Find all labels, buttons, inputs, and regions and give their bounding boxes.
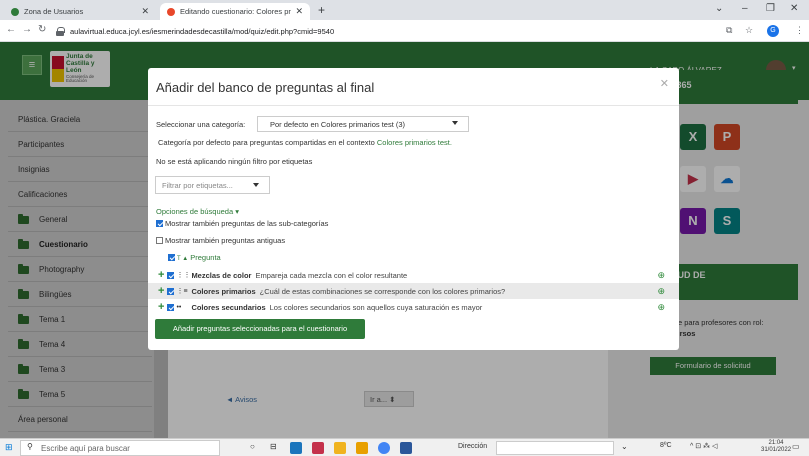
tag-filter-placeholder: Filtrar por etiquetas... (162, 181, 233, 190)
clock-time: 21:04 (768, 440, 784, 446)
address-toolbar-field[interactable] (496, 441, 614, 455)
url-field[interactable]: aulavirtual.educa.jcyl.es/iesmerindadesd… (56, 23, 710, 39)
category-value: Por defecto en Colores primarios test (3… (270, 120, 406, 129)
address-toolbar-label: Dirección (458, 443, 488, 450)
preview-zoom-icon[interactable]: ⊕ (657, 302, 665, 313)
app-taskbar-icon[interactable] (334, 442, 346, 454)
category-context-link[interactable]: Colores primarios test. (377, 138, 452, 147)
browser-tab-bar: Zona de Usuarios ✕ Editando cuestionario… (0, 0, 809, 20)
moodle-favicon-icon (167, 7, 175, 16)
task-view-icon[interactable]: ⊟ (270, 442, 277, 451)
cortana-icon[interactable]: ○ (250, 442, 255, 451)
minimize-icon[interactable]: – (742, 3, 748, 14)
word-icon[interactable] (400, 442, 412, 454)
tab-label: Editando cuestionario: Colores pr (180, 7, 291, 16)
new-tab-icon[interactable]: + (318, 3, 325, 17)
type-sort-icon[interactable]: T ▲ (177, 256, 188, 262)
tray-icons[interactable]: ^ ⊡ ⁂ ◁ (690, 442, 717, 450)
category-label: Seleccionar una categoría: (156, 120, 246, 129)
add-question-icon[interactable]: + (158, 301, 164, 313)
question-text: Empareja cada mezcla con el color result… (255, 270, 408, 280)
close-window-icon[interactable]: ✕ (790, 3, 798, 14)
search-options-toggle[interactable]: Opciones de búsqueda ▾ (156, 207, 239, 216)
option-old-questions[interactable]: Mostrar también preguntas antiguas (156, 236, 285, 245)
address-bar: ← → ↻ aulavirtual.educa.jcyl.es/iesmerin… (0, 20, 809, 42)
windows-taskbar: ⊞ Escribe aquí para buscar ⚲ ○ ⊟ Direcci… (0, 438, 809, 456)
question-name: Colores secundarios (191, 302, 266, 312)
select-all-checkbox[interactable] (168, 254, 175, 261)
search-options-label: Opciones de búsqueda (156, 207, 234, 216)
question-name: Mezclas de color (191, 270, 252, 280)
file-explorer-icon[interactable] (356, 442, 368, 454)
app-taskbar-icon[interactable] (290, 442, 302, 454)
truefalse-icon: •• (176, 303, 182, 311)
tab-search-icon[interactable]: ⌄ (715, 3, 723, 14)
taskbar-search-field[interactable]: Escribe aquí para buscar (20, 440, 220, 456)
checkbox-unchecked[interactable] (156, 237, 163, 244)
chevron-down-icon (253, 183, 259, 187)
matching-icon: ⋮⋮ (176, 272, 191, 279)
add-question-icon[interactable]: + (158, 285, 164, 297)
question-checkbox[interactable] (167, 303, 175, 311)
tab-zona-usuarios[interactable]: Zona de Usuarios ✕ (4, 3, 156, 20)
menu-dots-icon[interactable]: ⋮ (795, 25, 804, 36)
weather-text[interactable]: 8ºC (660, 442, 672, 449)
close-tab-icon[interactable]: ✕ (295, 6, 303, 17)
question-column-header[interactable]: Pregunta (190, 253, 220, 262)
url-text: aulavirtual.educa.jcyl.es/iesmerindadesd… (70, 26, 335, 36)
preview-zoom-icon[interactable]: ⊕ (657, 270, 665, 281)
chrome-icon[interactable] (378, 442, 390, 454)
category-desc-text: Categoría por defecto para preguntas com… (158, 138, 377, 147)
question-text: Los colores secundarios son aquellos cuy… (269, 302, 483, 312)
modal-title: Añadir del banco de preguntas al final (156, 80, 375, 95)
question-row: + ⋮⋮ Mezclas de color Empareja cada mezc… (148, 267, 679, 283)
forward-icon[interactable]: → (22, 24, 32, 35)
bookmark-star-icon[interactable]: ☆ (745, 25, 753, 36)
close-tab-icon[interactable]: ✕ (141, 6, 149, 17)
multichoice-icon: ⋮≡ (176, 288, 188, 295)
option-old-label: Mostrar también preguntas antiguas (165, 236, 286, 245)
option-subcategories-label: Mostrar también preguntas de las sub-cat… (165, 219, 329, 228)
question-text: ¿Cuál de estas combinaciones se correspo… (259, 286, 506, 296)
app-taskbar-icon[interactable] (312, 442, 324, 454)
checkbox-checked[interactable] (156, 220, 163, 227)
windows-start-icon[interactable]: ⊞ (5, 442, 13, 453)
back-icon[interactable]: ← (6, 24, 16, 35)
notifications-icon[interactable]: ▭ (792, 442, 800, 451)
select-all-header[interactable]: T ▲ Pregunta (168, 253, 221, 262)
profile-avatar[interactable]: G (767, 25, 779, 37)
clock-date: 31/01/2022 (761, 447, 792, 454)
category-description: Categoría por defecto para preguntas com… (158, 138, 452, 147)
taskbar-search-placeholder: Escribe aquí para buscar (41, 444, 130, 453)
chevron-down-icon (452, 121, 458, 125)
lock-icon (56, 26, 65, 36)
modal-header: Añadir del banco de preguntas al final ✕ (148, 68, 679, 106)
reload-icon[interactable]: ↻ (38, 24, 46, 35)
share-icon[interactable]: ⧉ (726, 25, 732, 36)
option-subcategories[interactable]: Mostrar también preguntas de las sub-cat… (156, 219, 328, 228)
go-icon[interactable]: ⌄ (621, 442, 628, 451)
question-checkbox[interactable] (167, 287, 175, 295)
preview-zoom-icon[interactable]: ⊕ (657, 286, 665, 297)
question-row: + ⋮≡ Colores primarios ¿Cuál de estas co… (148, 283, 679, 299)
question-bank-modal: Añadir del banco de preguntas al final ✕… (148, 68, 679, 350)
question-name: Colores primarios (191, 286, 256, 296)
question-checkbox[interactable] (167, 271, 175, 279)
close-modal-icon[interactable]: ✕ (660, 77, 669, 90)
add-selected-questions-button[interactable]: Añadir preguntas seleccionadas para el c… (155, 319, 365, 339)
category-select[interactable]: Por defecto en Colores primarios test (3… (257, 116, 469, 132)
no-tag-filter-text: No se está aplicando ningún filtro por e… (156, 157, 313, 166)
clock[interactable]: 21:04 31/01/2022 (761, 440, 791, 454)
site-favicon-icon (11, 7, 19, 16)
add-question-icon[interactable]: + (158, 269, 164, 281)
tag-filter-select[interactable]: Filtrar por etiquetas... (155, 176, 270, 194)
maximize-icon[interactable]: ❐ (766, 3, 775, 14)
question-row: + •• Colores secundarios Los colores sec… (148, 299, 679, 315)
search-icon: ⚲ (27, 442, 33, 451)
tab-editando-cuestionario[interactable]: Editando cuestionario: Colores pr ✕ (160, 3, 310, 20)
tab-label: Zona de Usuarios (24, 7, 84, 16)
